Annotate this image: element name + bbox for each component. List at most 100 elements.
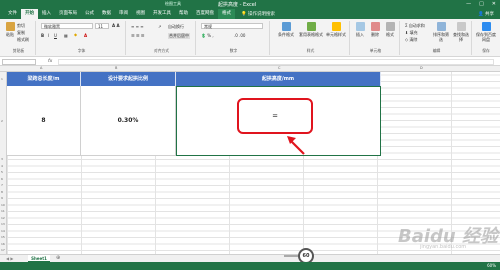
header-cell-ratio[interactable]: 设计要求起拱比例 (81, 72, 176, 86)
copy-button[interactable]: 复制 (17, 30, 25, 36)
save-to-baidu-label: 保存到百度网盘 (476, 32, 496, 42)
column-header-c[interactable]: C (278, 66, 280, 70)
orientation-icon[interactable]: ↗ (158, 24, 161, 29)
merge-center-button[interactable]: 合并后居中 (168, 33, 190, 39)
column-header-b[interactable]: B (115, 66, 117, 70)
share-button[interactable]: 👤 共享 (478, 11, 494, 17)
column-header-d[interactable]: D (420, 66, 423, 70)
title-bar: 绘图工具 起拱高度 - Excel — □ ✕ (0, 0, 500, 9)
row-header[interactable]: 11 (1, 209, 5, 213)
alignment-label: 对齐方式 (153, 48, 170, 53)
font-size-select[interactable]: 11 (95, 23, 109, 29)
formula-input[interactable] (58, 59, 494, 65)
save-to-baidu-button[interactable]: 保存到百度网盘 (475, 22, 497, 42)
row-header[interactable]: 3 (1, 157, 3, 161)
row-header[interactable]: 4 (1, 164, 3, 168)
bold-icon[interactable]: B (41, 33, 44, 38)
row-header[interactable]: 17 (1, 248, 5, 252)
format-painter-button[interactable]: 格式刷 (17, 37, 29, 43)
font-name-select[interactable]: 微软雅黑 (41, 23, 93, 29)
fill-button[interactable]: ⬇ 填充 (405, 30, 418, 36)
row-header[interactable]: 1 (1, 77, 3, 81)
find-select-button[interactable]: 查找和选择 (452, 22, 470, 42)
currency-icon[interactable]: 💲 % , (201, 33, 214, 38)
tab-developer[interactable]: 开发工具 (149, 9, 175, 19)
row-header[interactable]: 13 (1, 222, 5, 226)
data-cell-ratio[interactable]: 0.30% (81, 86, 176, 156)
conditional-format-button[interactable]: 条件格式 (274, 22, 298, 37)
font-color-icon[interactable]: A (84, 33, 87, 38)
number-format-select[interactable]: 常规 (201, 23, 263, 29)
tell-me-search[interactable]: 💡 操作说明搜索 (241, 11, 275, 17)
fill-color-icon[interactable]: ◆ (74, 32, 77, 37)
tab-page-layout[interactable]: 页面布局 (55, 9, 81, 19)
sort-filter-button[interactable]: 排序和筛选 (432, 22, 450, 42)
format-as-table-button[interactable]: 套用表格格式 (299, 22, 323, 37)
autosum-button[interactable]: Σ 自动求和 (405, 23, 425, 29)
window-title: 起拱高度 - Excel (218, 2, 257, 8)
cut-button[interactable]: 剪切 (17, 23, 25, 29)
close-button[interactable]: ✕ (492, 1, 496, 7)
find-icon (456, 22, 466, 31)
tab-format[interactable]: 格式 (218, 9, 235, 19)
eraser-icon: ◇ (405, 37, 409, 42)
delete-cells-button[interactable]: 删除 (368, 22, 382, 37)
add-sheet-icon[interactable]: ⊕ (56, 255, 60, 262)
tab-review[interactable]: 审阅 (115, 9, 132, 19)
cell-styles-icon (331, 22, 341, 31)
fill-icon: ⬇ (405, 30, 409, 35)
insert-cells-button[interactable]: 插入 (353, 22, 367, 37)
row-header[interactable]: 14 (1, 229, 5, 233)
zoom-level[interactable]: 60% (487, 263, 496, 268)
row-header[interactable]: 7 (1, 183, 3, 187)
sheet-tab-sheet1[interactable]: Sheet1 (28, 255, 50, 262)
align-left-icon[interactable]: ☰ ☰ ☰ (131, 33, 144, 38)
tab-formulas[interactable]: 公式 (81, 9, 98, 19)
tab-baidu-netdisk[interactable]: 百度网盘 (192, 9, 218, 19)
minimize-button[interactable]: — (466, 1, 471, 7)
grow-font-icon[interactable]: A A (112, 23, 120, 28)
name-box[interactable] (2, 59, 36, 65)
row-header[interactable]: 12 (1, 216, 5, 220)
row-header[interactable]: 5 (1, 170, 3, 174)
tab-help[interactable]: 帮助 (175, 9, 192, 19)
header-cell-camber[interactable]: 起拱高度/mm (176, 72, 381, 86)
styles-label: 样式 (306, 48, 315, 53)
sort-icon (436, 22, 446, 31)
row-header[interactable]: 6 (1, 177, 3, 181)
zoom-value: 60 (487, 263, 493, 268)
tab-file[interactable]: 文件 (4, 9, 21, 19)
header-cell-span[interactable]: 梁跨总长度/m (7, 72, 81, 86)
cell-styles-label: 单元格样式 (326, 32, 346, 37)
row-header[interactable]: 16 (1, 242, 5, 246)
tab-insert[interactable]: 插入 (38, 9, 55, 19)
row-header[interactable]: 2 (1, 119, 3, 123)
italic-icon[interactable]: I (48, 33, 49, 38)
row-header[interactable]: 9 (1, 196, 3, 200)
baidu-group: 保存到百度网盘 保存 (474, 21, 498, 55)
border-icon[interactable]: ▦ (64, 33, 68, 38)
tab-data[interactable]: 数据 (98, 9, 115, 19)
maximize-button[interactable]: □ (479, 1, 484, 7)
styles-group: 条件格式 套用表格格式 单元格样式 样式 (272, 21, 350, 55)
fx-icon[interactable]: fx (48, 59, 52, 64)
paste-button[interactable]: 粘贴 (4, 22, 16, 37)
tab-home[interactable]: 开始 (21, 9, 38, 19)
share-label: 共享 (485, 12, 494, 17)
format-cells-button[interactable]: 格式 (383, 22, 397, 37)
row-header[interactable]: 10 (1, 203, 5, 207)
row-headers: 1 2 3 4 5 6 7 8 9 10 11 12 13 14 15 16 17 (0, 72, 7, 254)
row-header[interactable]: 15 (1, 235, 5, 239)
column-header-a[interactable]: A (40, 66, 42, 70)
sheet-nav-arrows[interactable]: ◀ ▶ (6, 255, 13, 262)
underline-icon[interactable]: U (54, 33, 57, 38)
tab-view[interactable]: 视图 (132, 9, 149, 19)
row-header[interactable]: 8 (1, 190, 3, 194)
wrap-text-button[interactable]: 自动换行 (168, 24, 184, 30)
data-cell-span[interactable]: 8 (7, 86, 81, 156)
conditional-format-label: 条件格式 (278, 32, 294, 37)
cell-styles-button[interactable]: 单元格样式 (324, 22, 348, 37)
align-top-icon[interactable]: ≡ ≡ ≡ (131, 24, 144, 29)
clear-button[interactable]: ◇ 清除 (405, 37, 417, 43)
decimal-icon[interactable]: .0 .00 (234, 33, 245, 38)
